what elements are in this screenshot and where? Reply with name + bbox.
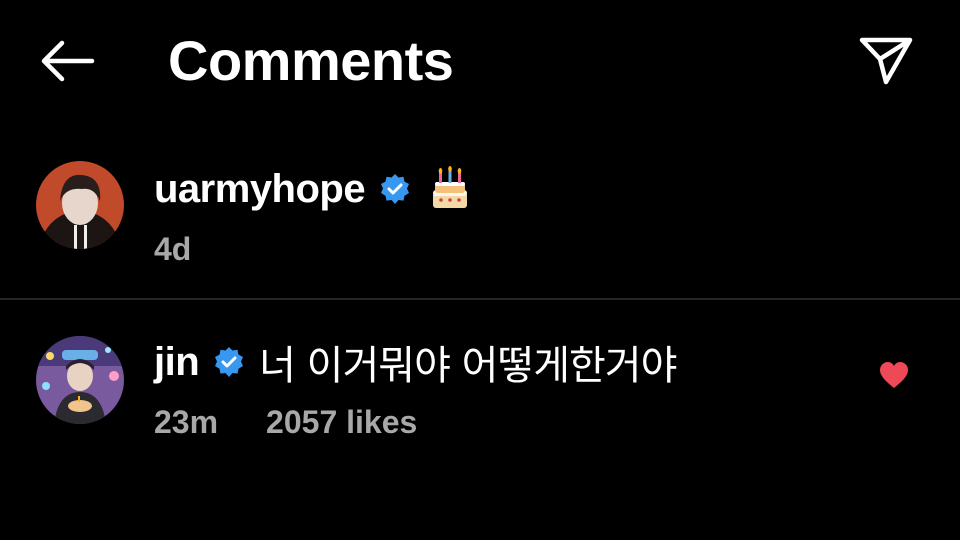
avatar[interactable] bbox=[36, 161, 124, 249]
comment-item: jin 너 이거뭐야 어떻게한거야 23m 2057 likes bbox=[0, 300, 960, 450]
comment-text: 너 이거뭐야 어떻게한거야 bbox=[259, 343, 677, 389]
birthday-cake-icon bbox=[433, 166, 468, 208]
back-arrow-icon[interactable] bbox=[36, 38, 96, 84]
page-title: Comments bbox=[168, 29, 454, 92]
avatar-image bbox=[36, 161, 124, 249]
avatar[interactable] bbox=[36, 336, 124, 424]
heart-icon[interactable] bbox=[878, 360, 910, 390]
paper-plane-icon[interactable] bbox=[856, 32, 916, 88]
comment-timestamp: 4d bbox=[154, 231, 192, 267]
comment-username[interactable]: uarmyhope bbox=[154, 167, 366, 212]
likes-count[interactable]: 2057 likes bbox=[266, 404, 417, 441]
verified-badge-icon bbox=[215, 347, 244, 377]
comment-item: uarmyhope 4d bbox=[0, 155, 960, 298]
verified-badge-icon bbox=[381, 174, 410, 204]
comment-line: uarmyhope bbox=[154, 161, 473, 217]
comment-username[interactable]: jin bbox=[154, 340, 200, 385]
comment-timestamp: 23m bbox=[154, 404, 219, 440]
comment-meta: 23m 2057 likes bbox=[154, 404, 417, 441]
comments-header: Comments bbox=[0, 0, 960, 120]
comment-meta: 4d bbox=[154, 231, 191, 268]
avatar-image bbox=[36, 336, 124, 424]
comment-line: jin 너 이거뭐야 어떻게한거야 bbox=[154, 334, 677, 390]
